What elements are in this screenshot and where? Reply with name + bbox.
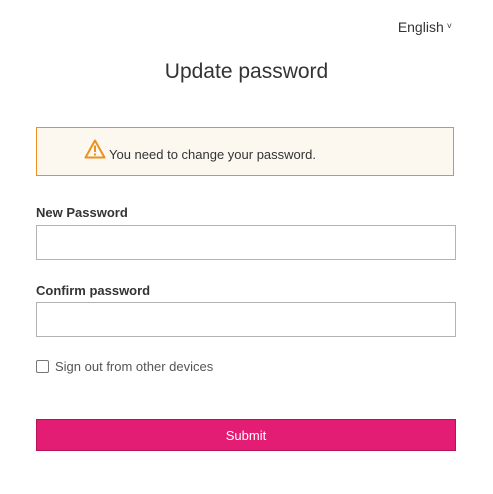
- sign-out-checkbox[interactable]: [36, 360, 49, 373]
- new-password-label: New Password: [36, 205, 128, 220]
- warning-triangle-icon: [84, 139, 106, 159]
- language-selector[interactable]: English ˅: [398, 19, 452, 35]
- language-label: English: [397, 19, 444, 35]
- page-title: Update password: [164, 60, 329, 83]
- sign-out-label[interactable]: Sign out from other devices: [55, 359, 213, 374]
- alert-message: You need to change your password.: [109, 147, 316, 162]
- chevron-down-icon: ˅: [446, 21, 452, 31]
- warning-alert: You need to change your password.: [36, 127, 454, 176]
- confirm-password-label: Confirm password: [36, 283, 151, 298]
- confirm-password-input[interactable]: [36, 302, 456, 337]
- sign-out-row: Sign out from other devices: [36, 359, 213, 374]
- submit-button[interactable]: Submit: [36, 419, 456, 451]
- new-password-input[interactable]: [36, 225, 456, 260]
